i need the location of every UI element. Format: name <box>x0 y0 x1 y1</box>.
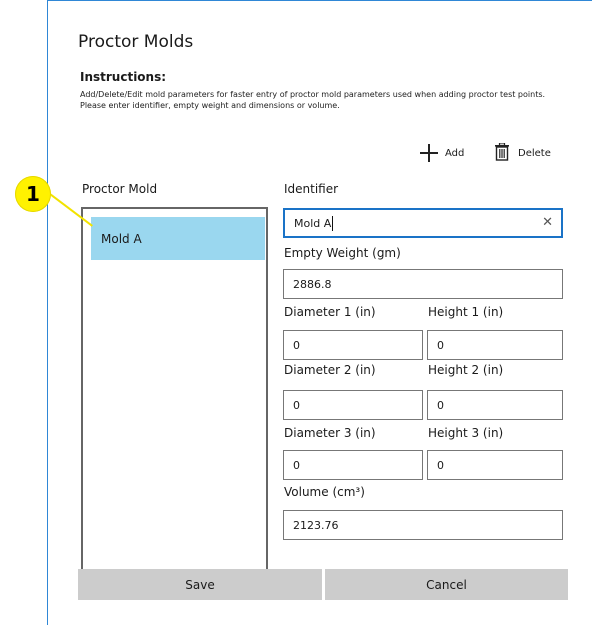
empty-weight-label: Empty Weight (gm) <box>284 246 401 260</box>
volume-field[interactable]: 2123.76 <box>283 510 563 540</box>
diameter3-label: Diameter 3 (in) <box>284 426 376 440</box>
diameter1-value: 0 <box>293 338 300 352</box>
instructions-text: Add/Delete/Edit mold parameters for fast… <box>80 90 546 110</box>
identifier-field[interactable]: Mold A ✕ <box>283 208 563 238</box>
text-caret <box>332 215 334 231</box>
cancel-button[interactable]: Cancel <box>325 569 568 600</box>
height1-value: 0 <box>437 338 444 352</box>
delete-button[interactable]: Delete <box>494 141 551 164</box>
save-button-label: Save <box>185 577 215 592</box>
clear-icon[interactable]: ✕ <box>542 215 553 230</box>
diameter1-label: Diameter 1 (in) <box>284 305 376 319</box>
list-item[interactable]: Mold A <box>91 217 265 260</box>
plus-icon <box>420 144 438 162</box>
volume-value: 2123.76 <box>293 518 339 532</box>
empty-weight-field[interactable]: 2886.8 <box>283 269 563 299</box>
dialog-left-border <box>47 0 48 625</box>
height2-label: Height 2 (in) <box>428 363 504 377</box>
height3-label: Height 3 (in) <box>428 426 504 440</box>
cancel-button-label: Cancel <box>426 577 467 592</box>
diameter2-label: Diameter 2 (in) <box>284 363 376 377</box>
height3-value: 0 <box>437 458 444 472</box>
add-button[interactable]: Add <box>420 142 464 164</box>
height1-label: Height 1 (in) <box>428 305 504 319</box>
proctor-mold-label: Proctor Mold <box>82 182 158 196</box>
height1-field[interactable]: 0 <box>427 330 563 360</box>
dialog-top-border <box>47 0 592 1</box>
callout-badge: 1 <box>15 176 51 212</box>
height2-field[interactable]: 0 <box>427 390 563 420</box>
diameter2-value: 0 <box>293 398 300 412</box>
diameter3-value: 0 <box>293 458 300 472</box>
trash-icon <box>494 141 510 164</box>
instructions-heading: Instructions: <box>80 70 167 84</box>
diameter2-field[interactable]: 0 <box>283 390 423 420</box>
diameter1-field[interactable]: 0 <box>283 330 423 360</box>
list-item-label: Mold A <box>101 231 142 246</box>
height3-field[interactable]: 0 <box>427 450 563 480</box>
delete-button-label: Delete <box>518 147 551 159</box>
add-button-label: Add <box>445 147 465 159</box>
empty-weight-value: 2886.8 <box>293 277 332 291</box>
volume-label: Volume (cm³) <box>284 485 365 499</box>
mold-list[interactable]: Mold A <box>81 207 268 571</box>
identifier-label: Identifier <box>284 182 339 196</box>
save-button[interactable]: Save <box>78 569 322 600</box>
identifier-value: Mold A <box>294 216 332 230</box>
diameter3-field[interactable]: 0 <box>283 450 423 480</box>
height2-value: 0 <box>437 398 444 412</box>
dialog-title: Proctor Molds <box>78 32 194 52</box>
